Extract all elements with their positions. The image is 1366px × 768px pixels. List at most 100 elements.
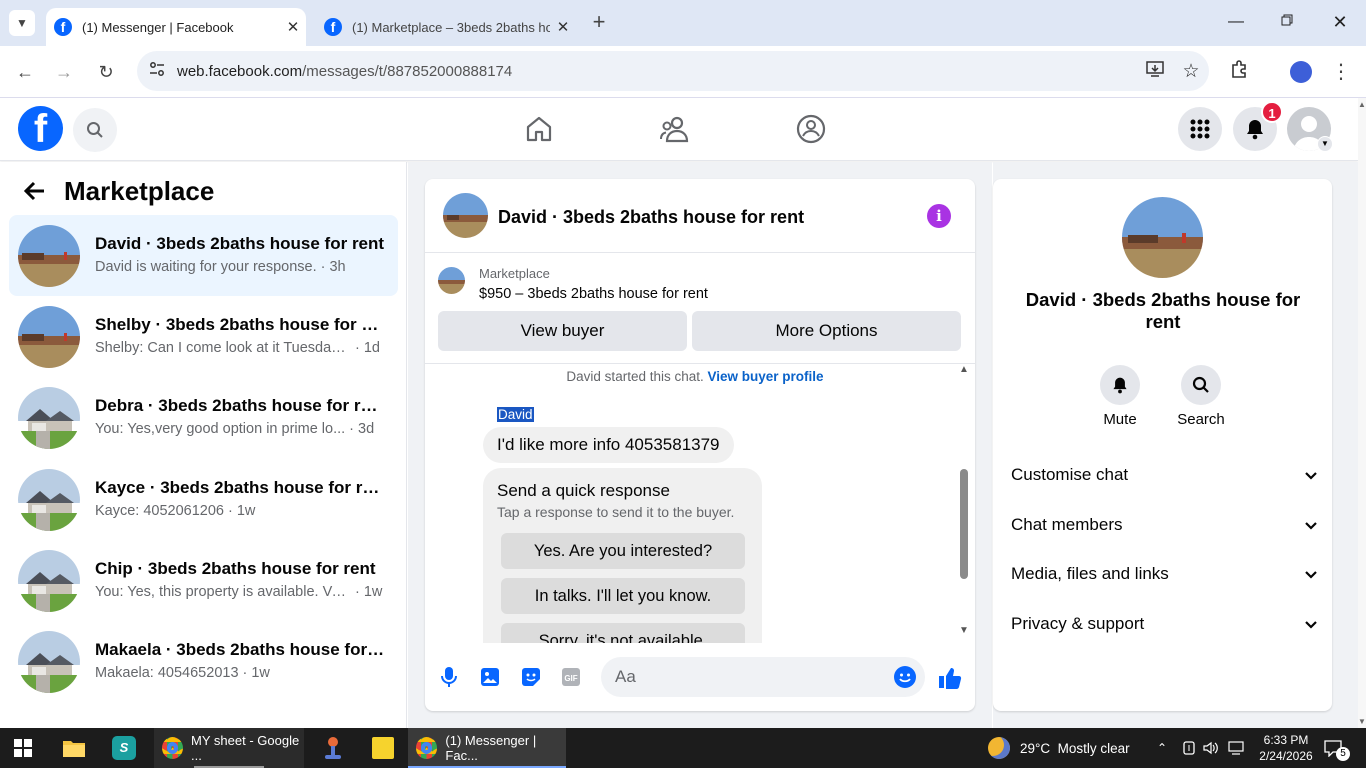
swiftkey-app-icon[interactable]: S xyxy=(112,728,136,768)
conversation-avatar xyxy=(18,468,80,531)
show-hidden-icons-chevron[interactable]: ⌃ xyxy=(1157,728,1167,768)
conversation-item[interactable]: Chip · 3beds 2baths house for rent You: Y… xyxy=(9,540,398,621)
conversation-preview: Makaela: 4054652013 xyxy=(95,665,239,681)
conversation-name: Debra · 3beds 2baths house for rent xyxy=(95,396,385,416)
conversation-preview-row: Kayce: 4052061206 · 1w xyxy=(95,503,385,519)
section-media-files-links[interactable]: Media, files and links xyxy=(1011,558,1317,590)
taskbar-app-messenger[interactable]: (1) Messenger | Fac... xyxy=(408,728,566,768)
page-scrollbar[interactable]: ▲ ▼ xyxy=(1358,98,1366,728)
message-input[interactable] xyxy=(601,657,925,697)
account-chevron-icon[interactable]: ▼ xyxy=(1317,136,1333,152)
search-in-chat-button[interactable]: Search xyxy=(1171,365,1231,428)
facebook-logo[interactable]: f xyxy=(18,106,63,151)
contact-avatar[interactable] xyxy=(1122,197,1203,278)
joystick-app-icon[interactable] xyxy=(322,728,344,768)
sender-name: David xyxy=(497,407,534,422)
windows-start-icon[interactable] xyxy=(14,728,32,768)
volume-icon[interactable] xyxy=(1203,728,1219,768)
chat-title[interactable]: David · 3beds 2baths house for rent xyxy=(498,207,804,228)
view-buyer-button[interactable]: View buyer xyxy=(438,311,687,351)
tab-messenger[interactable]: f (1) Messenger | Facebook ✕ xyxy=(46,8,306,46)
emoji-icon[interactable] xyxy=(893,665,917,689)
ethernet-icon[interactable] xyxy=(1228,728,1244,768)
more-options-button[interactable]: More Options xyxy=(692,311,961,351)
clock[interactable]: 6:33 PM 2/24/2026 xyxy=(1256,728,1316,768)
friends-icon[interactable] xyxy=(660,115,690,148)
profile-icon[interactable] xyxy=(1288,59,1314,85)
home-icon[interactable] xyxy=(525,115,553,148)
bell-icon xyxy=(1100,365,1140,405)
network-icon[interactable] xyxy=(1182,728,1196,768)
notification-center-icon[interactable]: 5 xyxy=(1324,728,1358,768)
section-customise-chat[interactable]: Customise chat xyxy=(1011,459,1317,491)
close-tab-icon[interactable]: ✕ xyxy=(280,18,306,36)
quick-response-title: Send a quick response xyxy=(497,481,670,500)
message-composer: GIF xyxy=(425,649,975,711)
quick-response-option[interactable]: Yes. Are you interested? xyxy=(501,533,745,569)
address-bar-row: ← → ↻ web.facebook.com/messages/t/887852… xyxy=(0,46,1366,98)
sticker-icon[interactable] xyxy=(519,665,543,689)
conversation-item[interactable]: Makaela · 3beds 2baths house for rent Mak… xyxy=(9,621,398,702)
listing-thumbnail[interactable] xyxy=(438,267,465,294)
close-window-icon[interactable]: ✕ xyxy=(1320,8,1360,36)
conversation-item[interactable]: Debra · 3beds 2baths house for rent You: … xyxy=(9,377,398,458)
forward-icon[interactable]: → xyxy=(51,59,77,85)
weather-widget[interactable]: 29°C Mostly clear xyxy=(988,728,1130,768)
tab-marketplace[interactable]: f (1) Marketplace – 3beds 2baths house f… xyxy=(316,8,576,46)
file-explorer-icon[interactable] xyxy=(62,728,86,768)
section-label: Customise chat xyxy=(1011,465,1129,484)
search-icon xyxy=(1181,365,1221,405)
install-app-icon[interactable] xyxy=(1137,60,1173,82)
view-buyer-profile-link[interactable]: View buyer profile xyxy=(708,369,824,384)
conversation-avatar xyxy=(18,306,80,369)
menu-grid-icon[interactable] xyxy=(1178,107,1222,151)
mute-button[interactable]: Mute xyxy=(1090,365,1150,428)
chat-info-icon[interactable]: i xyxy=(927,204,951,228)
photo-icon[interactable] xyxy=(478,665,502,689)
scroll-down-arrow-icon[interactable]: ▼ xyxy=(959,625,969,636)
section-label: Privacy & support xyxy=(1011,614,1145,633)
gif-icon[interactable]: GIF xyxy=(559,665,583,689)
listing-title[interactable]: $950 – 3beds 2baths house for rent xyxy=(479,286,708,302)
bookmark-star-icon[interactable]: ☆ xyxy=(1173,60,1209,83)
started-text: David started this chat. xyxy=(566,369,704,384)
chat-avatar[interactable] xyxy=(443,193,488,238)
conversation-time: · 3h xyxy=(320,259,346,275)
browser-menu-icon[interactable]: ⋮ xyxy=(1328,59,1354,85)
message-bubble[interactable]: I'd like more info 4053581379 xyxy=(483,427,734,463)
chrome-icon xyxy=(416,737,438,759)
section-privacy-support[interactable]: Privacy & support xyxy=(1011,608,1317,640)
new-tab-icon[interactable]: + xyxy=(586,9,612,35)
notification-count-badge: 5 xyxy=(1336,747,1350,761)
conversation-avatar xyxy=(18,387,80,450)
back-icon[interactable]: ← xyxy=(12,59,38,85)
quick-response-option[interactable]: Sorry, it's not available. xyxy=(501,623,745,643)
quick-response-option[interactable]: In talks. I'll let you know. xyxy=(501,578,745,614)
conversation-item[interactable]: David · 3beds 2baths house for rent David… xyxy=(9,215,398,296)
close-tab-icon[interactable]: ✕ xyxy=(550,18,576,36)
section-chat-members[interactable]: Chat members xyxy=(1011,509,1317,541)
conversation-avatar xyxy=(18,631,80,693)
conversation-preview: You: Yes, this property is available. Ve… xyxy=(95,583,351,600)
tab-search-chevron-icon[interactable]: ▼ xyxy=(9,10,35,36)
maximize-icon[interactable] xyxy=(1267,8,1307,36)
reload-icon[interactable]: ↻ xyxy=(93,59,119,85)
site-settings-icon[interactable] xyxy=(137,61,177,81)
minimize-icon[interactable]: — xyxy=(1216,8,1256,36)
sticky-notes-icon[interactable] xyxy=(372,728,394,768)
back-arrow-icon[interactable] xyxy=(22,178,48,209)
microphone-icon[interactable] xyxy=(437,665,461,689)
taskbar-app-sheets[interactable]: MY sheet - Google ... xyxy=(154,728,304,768)
groups-icon[interactable] xyxy=(796,114,826,149)
scroll-up-arrow-icon[interactable]: ▲ xyxy=(959,364,969,375)
conversation-preview-row: You: Yes, this property is available. Ve… xyxy=(95,584,385,600)
search-icon[interactable] xyxy=(73,108,117,152)
conversation-item[interactable]: Shelby · 3beds 2baths house for rent Shel… xyxy=(9,296,398,377)
url-field[interactable]: web.facebook.com/messages/t/887852000888… xyxy=(137,51,1209,91)
chat-area: David · 3beds 2baths house for rent i Ma… xyxy=(408,162,992,728)
extensions-icon[interactable] xyxy=(1227,59,1253,85)
like-thumb-icon[interactable] xyxy=(937,665,962,689)
moon-weather-icon xyxy=(988,737,1010,759)
chat-scrollbar[interactable] xyxy=(960,469,968,579)
conversation-item[interactable]: Kayce · 3beds 2baths house for rent Kayce… xyxy=(9,459,398,540)
